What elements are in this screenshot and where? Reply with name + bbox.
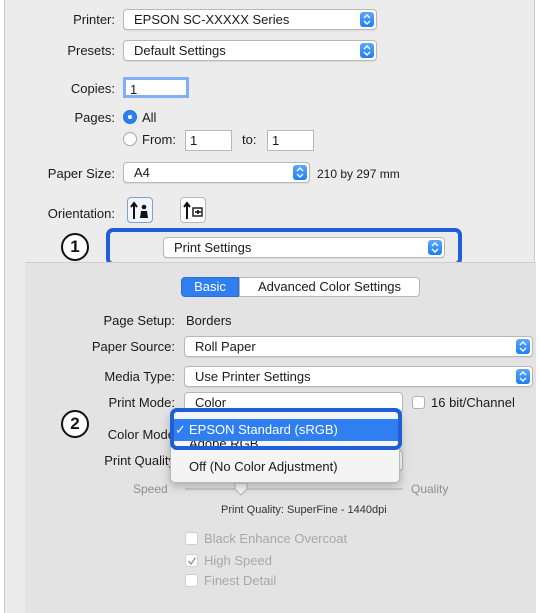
pages-label: Pages: [74,110,115,125]
print-quality-label: Print Quality [104,453,175,468]
orientation-portrait-button[interactable] [127,197,153,223]
landscape-icon [183,201,203,219]
page-setup-value: Borders [186,313,232,328]
pages-from-label: From: [142,132,176,147]
orientation-label: Orientation: [47,206,115,221]
printer-label: Printer: [73,12,115,27]
pages-to-input[interactable]: 1 [267,130,314,151]
print-quality-readout: Print Quality: SuperFine - 1440dpi [221,504,387,516]
print-mode-label: Print Mode: [108,395,175,410]
quality-slider-thumb-icon[interactable] [234,482,248,496]
copies-label: Copies: [70,81,115,96]
copies-input[interactable]: 1 [123,77,189,98]
black-enhance-checkbox[interactable] [185,532,198,545]
print-dialog: Printer: EPSON SC-XXXXX Series Presets: … [4,0,536,613]
pages-to-label: to: [242,132,257,147]
portrait-icon [130,201,148,219]
tab-advanced-label: Advanced Color Settings [257,279,402,294]
popup-stepper-icon [516,369,530,384]
popup-stepper-icon [360,12,374,27]
media-type-label: Media Type: [104,369,175,384]
color-mode-label: Color Mode [107,427,175,442]
black-enhance-label: Black Enhance Overcoat [204,531,348,546]
callout-2-highlight [170,408,402,450]
media-type-popup[interactable]: Use Printer Settings [184,366,533,387]
popup-stepper-icon [360,43,374,58]
callout-2-badge: 2 [61,410,89,438]
tab-basic[interactable]: Basic [181,277,239,297]
pages-all-radio[interactable] [123,110,137,124]
popup-stepper-icon [516,339,530,354]
print-settings-value: Print Settings [174,240,252,255]
paper-size-popup[interactable]: A4 [123,162,310,183]
paper-size-label: Paper Size: [47,166,115,181]
popup-stepper-icon [428,240,442,255]
finest-detail-label: Finest Detail [204,573,277,588]
tab-advanced-color[interactable]: Advanced Color Settings [239,277,420,297]
pages-all-label: All [142,110,157,125]
paper-source-value: Roll Paper [195,339,256,354]
copies-value: 1 [130,82,138,97]
presets-value: Default Settings [134,43,226,58]
presets-popup[interactable]: Default Settings [123,40,377,61]
paper-dimensions: 210 by 297 mm [317,167,400,181]
pages-from-input[interactable]: 1 [185,130,232,151]
color-mode-option-label: Off (No Color Adjustment) [189,459,338,474]
presets-label: Presets: [67,43,115,58]
paper-size-value: A4 [134,165,150,180]
callout-1-badge: 1 [61,233,89,261]
pages-from-radio[interactable] [123,132,137,146]
printer-popup[interactable]: EPSON SC-XXXXX Series [123,9,377,30]
paper-source-popup[interactable]: Roll Paper [184,336,533,357]
quality-label: Quality [411,482,449,496]
quality-slider-track[interactable] [185,488,403,490]
pages-to-value: 1 [272,133,280,148]
popup-stepper-icon [293,165,307,180]
paper-source-label: Paper Source: [91,339,175,354]
media-type-value: Use Printer Settings [195,369,311,384]
color-mode-option-off[interactable]: Off (No Color Adjustment) [171,456,399,478]
bit-channel-checkbox[interactable] [412,396,425,409]
page-setup-label: Page Setup: [103,313,175,328]
pages-from-value: 1 [190,133,198,148]
speed-label: Speed [133,482,168,496]
orientation-landscape-button[interactable] [180,197,206,223]
finest-detail-checkbox[interactable] [185,574,198,587]
high-speed-label: High Speed [204,553,272,568]
printer-value: EPSON SC-XXXXX Series [134,12,290,27]
bit-channel-label: 16 bit/Channel [431,395,515,410]
print-settings-popup[interactable]: Print Settings [163,237,445,258]
checkmark-icon [187,557,197,566]
high-speed-checkbox[interactable] [185,554,198,567]
tab-basic-label: Basic [194,279,226,294]
